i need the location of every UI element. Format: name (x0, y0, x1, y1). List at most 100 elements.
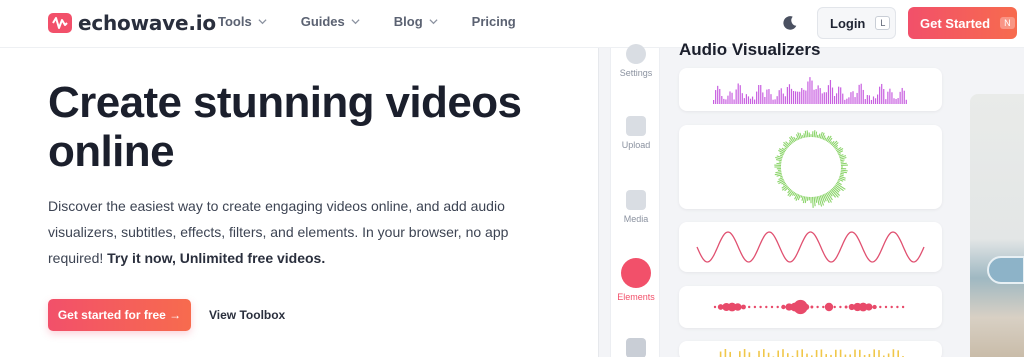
circle-spike (787, 187, 791, 191)
bar (787, 353, 789, 357)
bar (782, 93, 784, 104)
login-label: Login (830, 15, 866, 31)
bar (893, 98, 895, 104)
bar (784, 96, 786, 104)
circle-spike (818, 133, 821, 139)
bar (897, 98, 899, 104)
dot (824, 302, 834, 312)
hero-description: Discover the easiest way to create engag… (48, 193, 518, 271)
dot (872, 304, 877, 310)
nav-guides[interactable]: Guides (301, 14, 360, 29)
bar (727, 95, 729, 104)
brand-logo[interactable]: echowave.io (48, 11, 216, 35)
bar (762, 92, 764, 104)
bar (788, 84, 791, 104)
bar (877, 94, 879, 104)
bar (887, 353, 890, 357)
dot (839, 305, 842, 309)
get-started-free-button[interactable]: Get started for free → (48, 299, 191, 331)
bar (887, 91, 889, 104)
dot (759, 305, 762, 309)
get-started-button[interactable]: Get Started N (908, 7, 1017, 39)
bar (717, 85, 719, 104)
bar (807, 81, 809, 104)
bar (774, 99, 776, 104)
rail-item-settings[interactable]: Settings (611, 44, 661, 78)
circle-spike (813, 196, 816, 207)
circle-spike (815, 196, 818, 203)
bar (873, 349, 875, 357)
bar (723, 98, 725, 104)
dot (865, 303, 873, 311)
rail-item-media[interactable]: Media (611, 190, 661, 224)
bar (713, 100, 715, 104)
view-toolbox-link[interactable]: View Toolbox (209, 308, 285, 322)
visualizer-circle[interactable] (679, 125, 942, 209)
bar (799, 91, 801, 104)
image-icon (626, 190, 646, 210)
bar (735, 89, 737, 104)
circle-spike (776, 174, 783, 177)
bar (831, 87, 834, 104)
visualizer-dots[interactable] (679, 286, 942, 328)
nav-blog[interactable]: Blog (394, 14, 438, 29)
bar (820, 349, 823, 357)
rail-item-elements[interactable]: Elements (611, 258, 661, 302)
bar (842, 93, 844, 104)
nav-pricing[interactable]: Pricing (472, 14, 516, 29)
bar (848, 97, 850, 104)
bar (729, 351, 731, 357)
bar (899, 91, 901, 104)
bar (846, 98, 848, 104)
bar (905, 99, 907, 104)
dot (833, 305, 836, 309)
visualizer-bars[interactable] (679, 68, 942, 111)
bar (836, 93, 838, 104)
circle-spike (774, 172, 782, 176)
dot (803, 303, 810, 311)
circle-spike (801, 195, 804, 201)
brand-name: echowave.io (78, 11, 216, 35)
rail-item-upload[interactable]: Upload (611, 116, 661, 150)
bar (819, 88, 821, 104)
bar (780, 88, 782, 104)
bar (719, 351, 722, 357)
chevron-down-icon (429, 19, 438, 25)
login-shortcut-key: L (875, 16, 891, 30)
bar (778, 90, 780, 104)
bars-visualizer-graphic (713, 77, 907, 104)
dot (810, 305, 814, 309)
main-nav: Tools Guides Blog Pricing (218, 14, 516, 29)
bar (772, 99, 774, 104)
bar (745, 94, 747, 104)
rail-item-text[interactable] (611, 338, 661, 357)
bar (903, 90, 905, 104)
panel-title: Audio Visualizers (679, 40, 821, 59)
editor-preview: Settings Upload Media Elements Audio Vis… (598, 40, 1024, 357)
dot (879, 305, 882, 309)
dot (734, 303, 742, 311)
dot (844, 305, 848, 309)
visualizer-wave[interactable] (679, 222, 942, 272)
circle-spike (775, 171, 782, 174)
dot (770, 305, 774, 309)
bar (895, 98, 897, 104)
bar (868, 95, 870, 104)
dot (776, 305, 779, 309)
nav-tools[interactable]: Tools (218, 14, 267, 29)
login-button[interactable]: Login L (817, 7, 896, 39)
bar (854, 349, 856, 357)
bar (817, 85, 819, 104)
bar (777, 350, 779, 357)
moon-icon[interactable] (781, 14, 799, 32)
wave-line (696, 231, 925, 263)
bar (825, 92, 827, 104)
circle-spike (784, 147, 788, 150)
bar (729, 91, 731, 104)
visualizer-bars-yellow[interactable] (679, 341, 942, 357)
elements-icon (621, 258, 651, 288)
circle-spike (840, 159, 845, 162)
bar (827, 85, 829, 104)
bar (795, 91, 797, 104)
circle-spike (793, 192, 797, 197)
